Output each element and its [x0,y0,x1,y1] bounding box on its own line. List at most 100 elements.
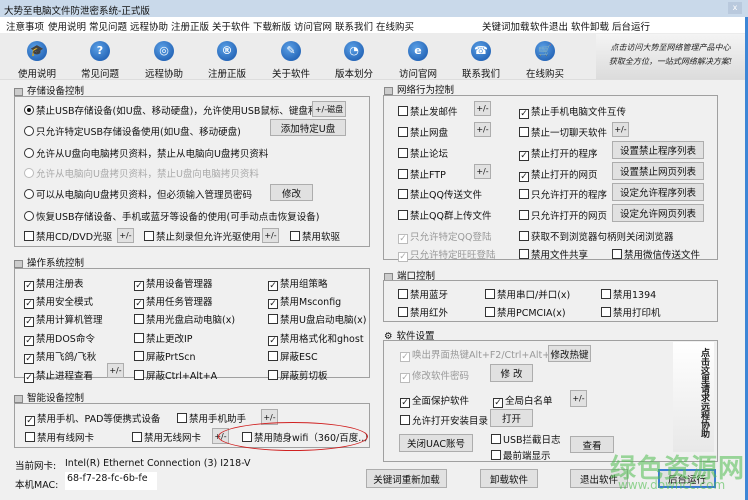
toolbar-versions[interactable]: ◔ 版本划分 [324,41,384,80]
radio-usb-to-pc[interactable]: 允许从U盘向电脑拷贝资料，禁止从电脑向U盘拷贝资料 [24,146,268,160]
checkbox-net-left-7[interactable]: ✓ 只允许特定旺旺登陆 [398,247,496,262]
radio-password-copy[interactable]: 可以从电脑向U盘拷贝资料，但必须输入管理员密码 [24,187,252,201]
checkbox-net-left-3[interactable]: 禁止FTP [398,167,446,181]
mac-field[interactable]: 68-f7-28-fc-6b-fe [65,472,157,490]
toolbar-buy[interactable]: 🛒 在线购买 [515,41,575,80]
email-pm-button[interactable]: +/- [474,101,491,116]
checkbox-os-12[interactable]: ✓ 禁用飞鸽/飞秋 [24,349,96,364]
menu-register[interactable]: 注册正版 [171,19,209,33]
checkbox-serial-parallel[interactable]: 禁用串口/并口(x) [485,287,570,301]
checkbox-hotkey[interactable]: ✓ 唤出界面热键Alt+F2/Ctrl+Alt+2 [400,347,556,362]
whitelist-pm-button[interactable]: +/- [570,390,587,407]
checkbox-net-left-5[interactable]: 禁止QQ群上传文件 [398,208,491,222]
close-button[interactable]: x [728,2,742,14]
checkbox-os-1[interactable]: ✓ 禁用设备管理器 [134,276,213,291]
checkbox-portable-devices[interactable]: ✓ 禁用手机、PAD等便携式设备 [25,411,160,426]
menu-buy[interactable]: 在线购买 [376,19,414,33]
checkbox-os-13[interactable]: 屏蔽PrtScn [134,349,195,363]
checkbox-net-left-4[interactable]: 禁止QQ传送文件 [398,187,482,201]
disk-pm-button[interactable]: +/-磁盘 [312,101,346,117]
checkbox-os-9[interactable]: ✓ 禁用DOS命令 [24,331,95,346]
checkbox-net-left-6[interactable]: ✓ 只允许特定QQ登陆 [398,229,491,244]
checkbox-topmost[interactable]: 最前端显示 [491,448,551,462]
process-pm-button[interactable]: +/- [107,363,124,378]
set-blocked-programs-button[interactable]: 设置禁止程序列表 [612,141,704,159]
checkbox-usb-log[interactable]: USB拦截日志 [491,432,561,446]
checkbox-os-14[interactable]: 屏蔽ESC [268,349,318,363]
checkbox-infrared[interactable]: 禁用红外 [398,305,448,319]
checkbox-net-left-2[interactable]: 禁止论坛 [398,146,448,160]
menu-contact[interactable]: 联系我们 [335,19,373,33]
checkbox-global-whitelist[interactable]: ✓ 全局白名单 [493,393,553,408]
menu-about[interactable]: 关于软件 [212,19,250,33]
checkbox-os-16[interactable]: 屏蔽Ctrl+Alt+A [134,368,217,382]
menu-faq[interactable]: 常见问题 [89,19,127,33]
checkbox-wired-nic[interactable]: 禁用有线网卡 [25,430,94,444]
checkbox-pcmcia[interactable]: 禁用PCMCIA(x) [485,305,566,319]
view-log-button[interactable]: 查看 [570,436,614,453]
checkbox-net-right-1[interactable]: 禁止一切聊天软件 [519,125,607,139]
checkbox-os-15[interactable]: ✓ 禁止进程查看 [24,368,93,383]
uninstall-button[interactable]: 卸载软件 [480,469,538,488]
toolbar-website[interactable]: e 访问官网 [388,41,448,80]
checkbox-os-2[interactable]: ✓ 禁用组策略 [268,276,328,291]
checkbox-cd-dvd[interactable]: 禁用CD/DVD光驱 [24,229,112,243]
cd-pm-button[interactable]: +/- [117,228,134,243]
checkbox-net-right-4[interactable]: 只允许打开的程序 [519,187,607,201]
checkbox-net-right-2[interactable]: ✓ 禁止打开的程序 [519,146,598,161]
checkbox-net-right-6[interactable]: 获取不到浏览器句柄则关闭浏览器 [519,229,674,243]
checkbox-wireless-nic[interactable]: 禁用无线网卡 [132,430,201,444]
checkbox-printer[interactable]: 禁用打印机 [601,305,661,319]
checkbox-wechat-file[interactable]: 禁用微信传送文件 [612,247,700,261]
menu-remote[interactable]: 远程协助 [130,19,168,33]
set-blocked-sites-button[interactable]: 设置禁止网页列表 [612,162,704,180]
chat-pm-button[interactable]: +/- [612,122,629,137]
checkbox-os-3[interactable]: ✓ 禁用安全模式 [24,294,93,309]
checkbox-net-right-7[interactable]: 禁用文件共享 [519,247,588,261]
toolbar-remote[interactable]: ◎ 远程协助 [134,41,194,80]
checkbox-os-10[interactable]: 禁止更改IP [134,331,193,345]
checkbox-os-6[interactable]: ✓ 禁用计算机管理 [24,312,103,327]
checkbox-floppy[interactable]: 禁用软驱 [290,229,340,243]
menu-download[interactable]: 下载新版 [253,19,291,33]
set-allowed-programs-button[interactable]: 设定允许程序列表 [612,183,704,201]
checkbox-bluetooth[interactable]: 禁用蓝牙 [398,287,448,301]
modify-hotkey-button[interactable]: 修改热键 [548,345,591,362]
promo-banner[interactable]: 点击访问大势至网络管理产品中心 获取全方位，一站式网络解决方案! [596,34,745,79]
checkbox-os-11[interactable]: ✓ 禁用格式化和ghost [268,331,364,346]
radio-pc-to-usb[interactable]: 允许从电脑向U盘拷贝资料，禁止U盘向电脑拷贝资料 [24,166,259,180]
modify-password-button[interactable]: 修 改 [490,364,533,382]
checkbox-1394[interactable]: 禁用1394 [601,287,656,301]
add-udisk-button[interactable]: 添加特定U盘 [270,119,346,136]
checkbox-protect-software[interactable]: ✓ 全面保护软件 [400,393,469,408]
menu-website[interactable]: 访问官网 [294,19,332,33]
toolbar-register[interactable]: ® 注册正版 [197,41,257,80]
menu-manual[interactable]: 使用说明 [48,19,86,33]
menu-exit[interactable]: 软件退出 [530,19,568,33]
toolbar-about[interactable]: ✎ 关于软件 [261,41,321,80]
checkbox-os-4[interactable]: ✓ 禁用任务管理器 [134,294,213,309]
modify-password-button[interactable]: 修改 [270,184,313,201]
menu-uninstall[interactable]: 软件卸载 [571,19,609,33]
checkbox-modify-password[interactable]: ✓ 修改软件密码 [400,368,469,383]
netdisk-pm-button[interactable]: +/- [474,122,491,137]
toolbar-faq[interactable]: ? 常见问题 [70,41,130,80]
checkbox-net-left-0[interactable]: 禁止发邮件 [398,104,458,118]
toolbar-manual[interactable]: 🎓 使用说明 [7,41,67,80]
checkbox-net-left-1[interactable]: 禁止网盘 [398,125,448,139]
open-dir-button[interactable]: 打开 [490,409,533,427]
radio-specific-usb[interactable]: 只允许特定USB存储设备使用(如U盘、移动硬盘) [24,124,241,138]
set-allowed-sites-button[interactable]: 设定允许网页列表 [612,204,704,222]
checkbox-phone-assistant[interactable]: 禁用手机助手 [177,411,246,425]
checkbox-net-right-5[interactable]: 只允许打开的网页 [519,208,607,222]
checkbox-open-install-dir[interactable]: 允许打开安装目录 [400,413,488,427]
radio-restore-usb[interactable]: 恢复USB存储设备、手机或蓝牙等设备的使用(可手动点击恢复设备) [24,209,319,223]
checkbox-block-burn[interactable]: 禁止刻录但允许光驱使用 [144,229,261,243]
checkbox-os-7[interactable]: 禁用光盘启动电脑(x) [134,312,235,326]
checkbox-os-8[interactable]: 禁用U盘启动电脑(x) [268,312,367,326]
toolbar-contact[interactable]: ☎ 联系我们 [451,41,511,80]
menu-keyword-load[interactable]: 关键词加载 [482,19,530,33]
checkbox-os-0[interactable]: ✓ 禁用注册表 [24,276,84,291]
radio-block-usb[interactable]: 禁止USB存储设备(如U盘、移动硬盘)，允许使用USB鼠标、键盘和加密狗 [24,103,346,117]
disable-uac-button[interactable]: 关闭UAC账号 [399,434,473,452]
